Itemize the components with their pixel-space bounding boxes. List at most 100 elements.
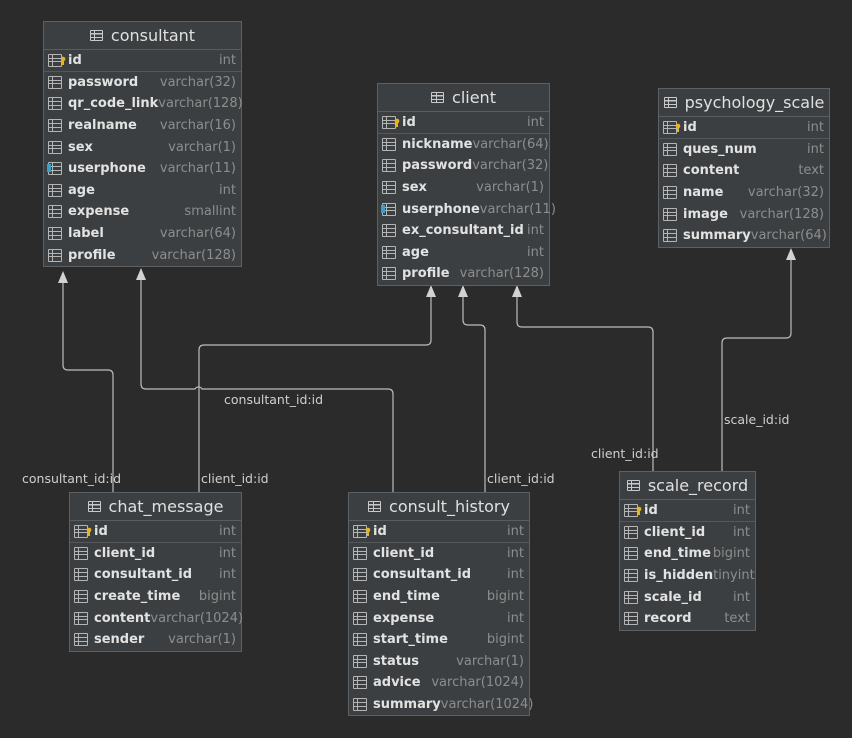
- column-row-record[interactable]: record text: [620, 608, 755, 630]
- column-name: password: [68, 74, 139, 90]
- column-type: varchar(128): [459, 266, 544, 282]
- column-name: profile: [402, 266, 450, 282]
- column-icon: [382, 267, 396, 281]
- column-name: age: [68, 182, 95, 198]
- column-row-id[interactable]: id int: [70, 521, 241, 543]
- column-icon: [48, 227, 62, 241]
- column-name: profile: [68, 247, 116, 263]
- column-row-start-time[interactable]: start_time bigint: [349, 629, 529, 651]
- column-row-create-time[interactable]: create_time bigint: [70, 586, 241, 608]
- column-row-realname[interactable]: realname varchar(16): [44, 115, 241, 137]
- column-type: varchar(1024): [150, 610, 244, 626]
- column-name: qr_code_link: [68, 96, 159, 112]
- table-header-scale-record[interactable]: scale_record: [620, 472, 755, 500]
- arrowhead-client-3: [512, 285, 522, 297]
- column-row-ques-num[interactable]: ques_num int: [659, 139, 829, 161]
- column-row-password[interactable]: password varchar(32): [44, 72, 241, 94]
- column-row-consultant-id[interactable]: consultant_id int: [349, 564, 529, 586]
- column-row-advice[interactable]: advice varchar(1024): [349, 672, 529, 694]
- column-icon: [353, 633, 367, 647]
- column-row-id[interactable]: id int: [378, 112, 549, 134]
- column-row-userphone[interactable]: userphone varchar(11): [378, 198, 556, 220]
- column-icon: [48, 183, 62, 197]
- column-row-summary[interactable]: summary varchar(1024): [349, 694, 533, 716]
- column-row-expense[interactable]: expense smallint: [44, 201, 241, 223]
- column-row-is-hidden[interactable]: is_hidden tinyint: [620, 565, 755, 587]
- column-type: int: [507, 610, 524, 626]
- table-header-psychology-scale[interactable]: psychology_scale: [659, 89, 829, 117]
- column-type: tinyint: [713, 568, 755, 584]
- column-name: id: [683, 119, 697, 135]
- column-row-age[interactable]: age int: [44, 180, 241, 202]
- column-row-expense[interactable]: expense int: [349, 607, 529, 629]
- relation-label-history-consultant: consultant_id:id: [224, 392, 324, 407]
- column-row-ex-consultant-id[interactable]: ex_consultant_id int: [378, 220, 549, 242]
- table-header-client[interactable]: client: [378, 84, 549, 112]
- table-header-chat-message[interactable]: chat_message: [70, 493, 241, 521]
- table-consult-history[interactable]: consult_history id int client_id int consulta…: [348, 492, 533, 717]
- table-consultant[interactable]: consultant id int password varchar(32) qr_cod…: [43, 21, 243, 267]
- column-row-client-id[interactable]: client_id int: [620, 522, 755, 544]
- column-name: client_id: [94, 545, 156, 561]
- column-row-end-time[interactable]: end_time bigint: [620, 543, 755, 565]
- column-name: end_time: [373, 589, 440, 605]
- column-row-client-id[interactable]: client_id int: [349, 543, 529, 565]
- column-row-status[interactable]: status varchar(1): [349, 651, 529, 673]
- column-name: id: [644, 502, 658, 518]
- table-chat-message[interactable]: chat_messageid int client_id int consultant_…: [69, 492, 244, 652]
- column-icon: [382, 159, 396, 173]
- column-type: varchar(32): [159, 74, 236, 90]
- table-scale-record[interactable]: scale_record id int client_id int end_time big…: [619, 471, 756, 631]
- column-icon: [624, 590, 638, 604]
- column-row-scale-id[interactable]: scale_id int: [620, 586, 755, 608]
- column-row-name[interactable]: name varchar(32): [659, 182, 829, 204]
- column-row-qr-code-link[interactable]: qr_code_link varchar(128): [44, 93, 243, 115]
- relation-line-chat-consultant: [62, 280, 114, 492]
- column-name: summary: [683, 228, 751, 244]
- column-name: label: [68, 226, 104, 242]
- column-row-profile[interactable]: profile varchar(128): [44, 244, 241, 266]
- column-row-id[interactable]: id int: [620, 500, 755, 522]
- column-row-nickname[interactable]: nickname varchar(64): [378, 134, 549, 156]
- column-name: client_id: [373, 545, 435, 561]
- column-row-sex[interactable]: sex varchar(1): [378, 177, 549, 199]
- column-row-label[interactable]: label varchar(64): [44, 223, 241, 245]
- table-header-consultant[interactable]: consultant: [44, 22, 241, 50]
- column-row-password[interactable]: password varchar(32): [378, 155, 549, 177]
- column-row-content[interactable]: content varchar(1024): [70, 607, 244, 629]
- column-type: int: [527, 223, 544, 239]
- column-row-consultant-id[interactable]: consultant_id int: [70, 564, 241, 586]
- column-row-id[interactable]: id int: [659, 117, 829, 139]
- column-type: varchar(128): [151, 247, 236, 263]
- column-row-profile[interactable]: profile varchar(128): [378, 263, 549, 285]
- column-row-sender[interactable]: sender varchar(1): [70, 629, 241, 651]
- table-icon: [663, 97, 677, 108]
- table-title: chat_message: [108, 497, 224, 516]
- column-row-content[interactable]: content text: [659, 160, 829, 182]
- primary-key-icon: [353, 524, 371, 538]
- relation-label-record-client: client_id:id: [591, 446, 659, 461]
- column-row-age[interactable]: age int: [378, 242, 549, 264]
- column-row-client-id[interactable]: client_id int: [70, 543, 241, 565]
- column-row-end-time[interactable]: end_time bigint: [349, 586, 529, 608]
- column-row-image[interactable]: image varchar(128): [659, 203, 829, 225]
- column-type: int: [527, 114, 544, 130]
- column-type: varchar(64): [159, 226, 236, 242]
- table-header-consult-history[interactable]: consult_history: [349, 493, 529, 521]
- table-psychology-scale[interactable]: psychology_scale id int ques_num int content t…: [658, 88, 830, 248]
- column-row-sex[interactable]: sex varchar(1): [44, 136, 241, 158]
- column-icon: [48, 140, 62, 154]
- column-type: int: [219, 182, 236, 198]
- column-name: image: [683, 206, 728, 222]
- column-row-id[interactable]: id int: [44, 50, 241, 72]
- column-row-id[interactable]: id int: [349, 521, 529, 543]
- column-icon: [48, 75, 62, 89]
- table-title: consultant: [110, 26, 196, 45]
- table-client[interactable]: client id int nickname varchar(64) password va…: [377, 83, 556, 286]
- column-row-summary[interactable]: summary varchar(64): [659, 225, 829, 247]
- column-name: content: [683, 163, 740, 179]
- column-row-userphone[interactable]: userphone varchar(11): [44, 158, 241, 180]
- column-type: int: [807, 141, 824, 157]
- column-name: start_time: [373, 632, 448, 648]
- arrowhead-client-1: [426, 285, 436, 297]
